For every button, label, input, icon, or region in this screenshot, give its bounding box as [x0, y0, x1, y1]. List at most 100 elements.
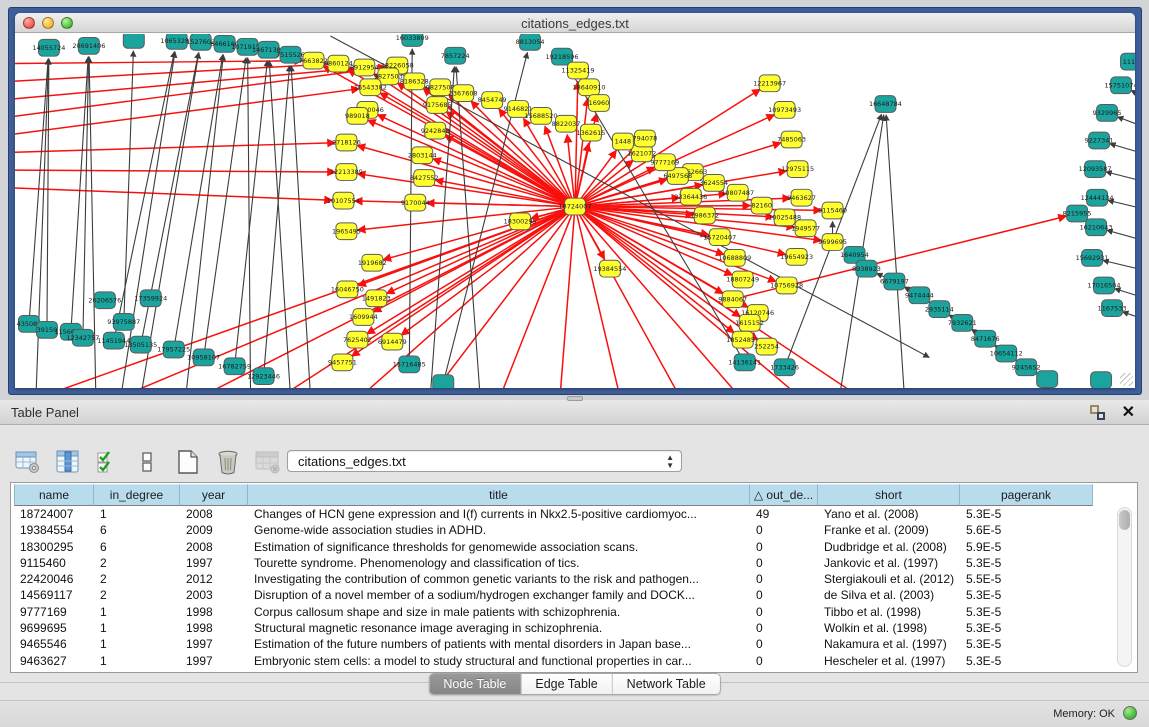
graph-edge[interactable] [433, 159, 575, 207]
graph-node[interactable]: 12975115 [781, 161, 814, 178]
graph-node[interactable]: 1362615 [577, 124, 606, 141]
graph-node[interactable]: 8471676 [971, 330, 1000, 347]
table-selector-dropdown[interactable]: citations_edges.txt ▲▼ [287, 450, 682, 472]
graph-node[interactable]: 8813054 [516, 34, 545, 50]
table-row[interactable]: 2242004622012Investigating the contribut… [14, 571, 1093, 587]
column-header-name[interactable]: name [14, 484, 94, 506]
graph-edge[interactable] [575, 207, 680, 388]
graph-edge[interactable] [15, 61, 302, 64]
graph-node[interactable]: 9474444 [905, 287, 934, 304]
graph-node[interactable]: 7625402 [343, 331, 372, 348]
column-header-short[interactable]: short [818, 484, 960, 506]
tab-edge-table[interactable]: Edge Table [521, 674, 612, 694]
graph-node[interactable]: 8938923 [852, 260, 881, 277]
graph-node[interactable]: 9457751 [328, 354, 357, 371]
graph-node[interactable]: 1167533 [1098, 300, 1127, 317]
graph-node[interactable]: 10756928 [770, 277, 803, 294]
create-table-icon[interactable] [174, 448, 202, 476]
table-options-icon[interactable] [14, 448, 42, 476]
close-panel-icon[interactable]: ✕ [1122, 402, 1135, 422]
window-titlebar[interactable]: citations_edges.txt [15, 13, 1135, 33]
graph-node[interactable]: 12213389 [330, 164, 363, 181]
graph-node[interactable]: 12444134 [1081, 189, 1114, 206]
table-row[interactable]: 1830029562008Estimation of significance … [14, 539, 1093, 555]
graph-node[interactable]: 9699695 [818, 234, 847, 251]
graph-edge[interactable] [174, 55, 223, 350]
column-header-out-de-[interactable]: △ out_de... [750, 484, 818, 506]
graph-node[interactable]: 12213967 [753, 75, 786, 92]
graph-node[interactable]: 16033809 [396, 34, 429, 46]
graph-node[interactable]: 9115460 [818, 202, 847, 219]
row-height-icon[interactable] [134, 448, 162, 476]
table-row[interactable]: 1938455462009Genome-wide association stu… [14, 522, 1093, 538]
table-row[interactable]: 911546021997Tourette syndrome. Phenomeno… [14, 555, 1093, 571]
graph-node[interactable]: 17016504 [1088, 277, 1121, 294]
graph-node[interactable]: 17359924 [134, 290, 167, 307]
graph-node[interactable]: 9860124 [324, 55, 353, 72]
select-attributes-icon[interactable] [94, 448, 122, 476]
table-row[interactable]: 969969511998Structural magnetic resonanc… [14, 620, 1093, 636]
graph-node[interactable]: 10107554 [327, 192, 360, 209]
graph-node[interactable]: 7857224 [441, 47, 470, 64]
graph-edge[interactable] [29, 59, 48, 324]
float-panel-icon[interactable] [1090, 405, 1105, 420]
graph-node[interactable]: 1491823 [362, 290, 391, 307]
graph-node[interactable]: 1448 [612, 133, 633, 150]
graph-edge[interactable] [1107, 230, 1135, 241]
graph-edge[interactable] [204, 58, 246, 358]
graph-edge[interactable] [386, 207, 575, 294]
tab-network-table[interactable]: Network Table [613, 674, 720, 694]
graph-node[interactable]: 19654923 [780, 248, 813, 265]
graph-node[interactable]: 7485063 [777, 131, 806, 148]
graph-node[interactable]: 794078 [633, 130, 658, 147]
graph-node[interactable]: 1615152 [735, 315, 764, 332]
graph-node[interactable] [1037, 371, 1058, 388]
graph-node[interactable]: 82160 [751, 197, 772, 214]
graph-node[interactable]: 20691406 [72, 37, 105, 54]
graph-node[interactable]: 252254 [754, 338, 779, 355]
graph-node[interactable] [1091, 372, 1112, 388]
graph-node[interactable]: 1965495 [332, 223, 361, 240]
delete-table-icon[interactable] [214, 448, 242, 476]
graph-node[interactable]: 14136141 [728, 354, 761, 371]
table-row[interactable]: 1456911722003Disruption of a novel membe… [14, 587, 1093, 603]
graph-node[interactable]: 989018 [345, 107, 370, 124]
graph-edge[interactable] [886, 115, 904, 388]
column-header-pagerank[interactable]: pagerank [960, 484, 1093, 506]
graph-edge[interactable] [269, 61, 290, 388]
graph-node[interactable]: 93975887 [107, 314, 140, 331]
graph-edge[interactable] [368, 120, 575, 207]
table-scrollbar[interactable] [1117, 507, 1132, 667]
graph-node[interactable]: 9245652 [1012, 359, 1041, 376]
graph-node[interactable]: 9329965 [1093, 105, 1122, 122]
graph-edge[interactable] [1106, 172, 1135, 182]
graph-node[interactable]: 17957225 [157, 341, 190, 358]
graph-node[interactable]: 14055724 [32, 39, 65, 56]
column-header-year[interactable]: year [180, 484, 248, 506]
graph-node[interactable]: 9463627 [787, 189, 816, 206]
graph-edge[interactable] [560, 207, 575, 388]
graph-node[interactable]: 10958107 [187, 349, 220, 366]
network-canvas[interactable]: 1405572420691406106532871527602646616010… [15, 34, 1135, 388]
graph-edge[interactable] [291, 66, 310, 388]
graph-node[interactable]: 6914479 [378, 333, 407, 350]
graph-node[interactable]: 8454749 [478, 92, 507, 109]
graph-node[interactable]: 7932621 [948, 315, 977, 332]
graph-node[interactable]: 9175685 [423, 97, 452, 114]
graph-node[interactable]: 9242848 [421, 122, 450, 139]
graph-node[interactable]: 2367608 [449, 85, 478, 102]
network-graph[interactable]: 1405572420691406106532871527602646616010… [15, 34, 1135, 388]
graph-node[interactable]: 1609944 [349, 309, 378, 326]
window-resize-grip[interactable] [1120, 373, 1133, 386]
graph-edge[interactable] [124, 51, 134, 322]
graph-node[interactable]: 19384554 [593, 260, 626, 277]
graph-edge[interactable] [1115, 289, 1135, 299]
graph-node[interactable]: 15692931 [1076, 249, 1109, 266]
graph-node[interactable]: 6679197 [880, 273, 909, 290]
graph-node[interactable]: 15716485 [393, 356, 426, 373]
graph-node[interactable]: 7986372 [690, 207, 719, 224]
graph-edge[interactable] [445, 136, 575, 207]
graph-node[interactable]: 1919682 [358, 254, 387, 271]
graph-node[interactable]: 9170044 [401, 194, 430, 211]
graph-node[interactable]: 15720407 [703, 229, 736, 246]
